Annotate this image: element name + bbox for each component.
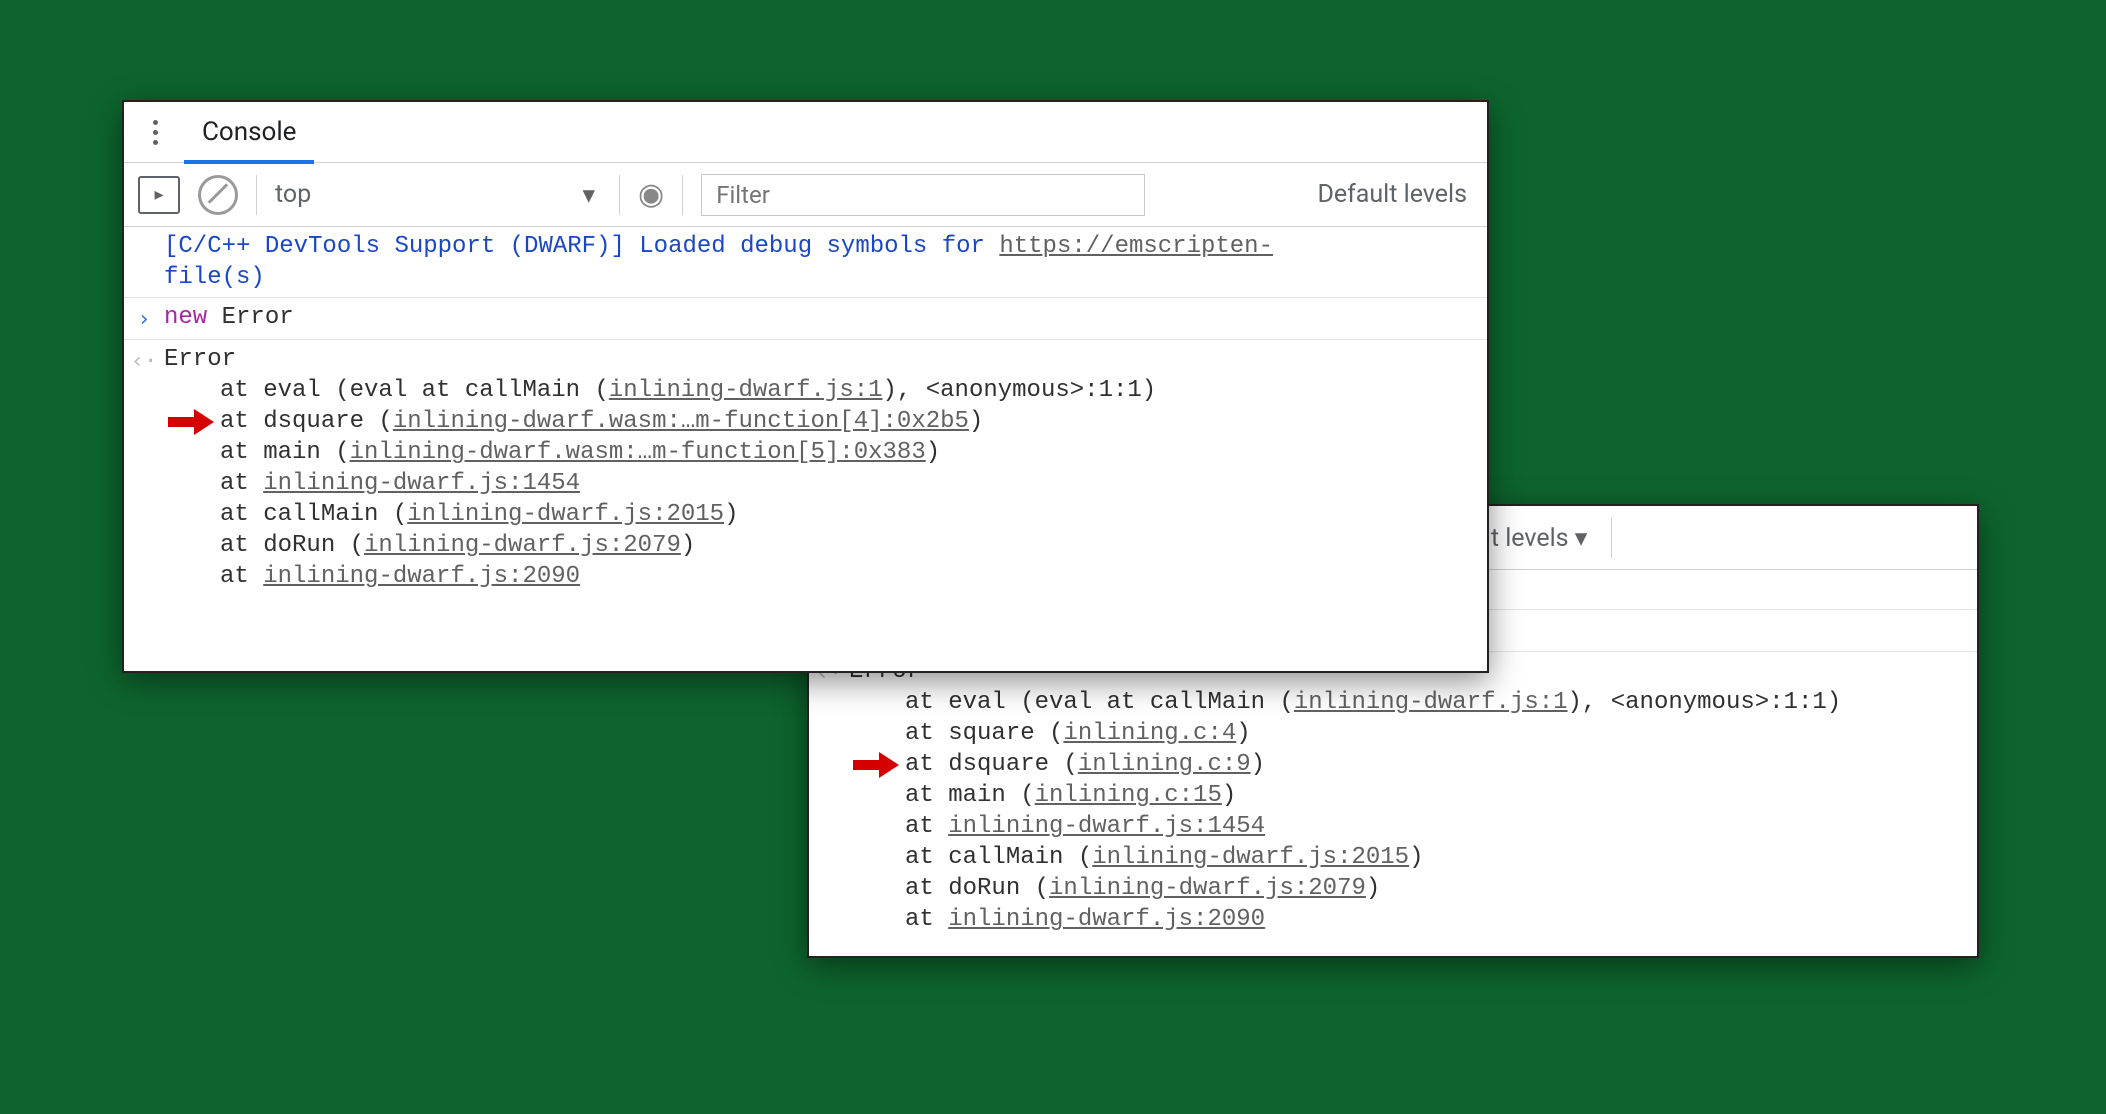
- stack-frame-prefix: at eval (eval at callMain (: [220, 377, 609, 404]
- stack-frame: at dsquare (inlining-dwarf.wasm:…m-funct…: [164, 406, 1477, 437]
- console-input-row[interactable]: › new Error: [124, 298, 1487, 340]
- stack-frame-prefix: at callMain (: [220, 501, 407, 528]
- stack-frame: at eval (eval at callMain (inlining-dwar…: [849, 687, 1967, 718]
- toggle-sidebar-icon[interactable]: ▸: [138, 176, 180, 214]
- kebab-menu-icon[interactable]: [140, 120, 170, 145]
- output-body: Error at eval (eval at callMain (inlinin…: [164, 344, 1487, 592]
- error-object-label[interactable]: Error: [164, 344, 1477, 375]
- stack-frame-link[interactable]: inlining.c:9: [1078, 751, 1251, 778]
- log-levels-dropdown[interactable]: Default levels: [1317, 180, 1473, 209]
- stack-frame-link[interactable]: inlining-dwarf.js:1: [1294, 689, 1568, 716]
- stack-frame-link[interactable]: inlining-dwarf.js:2079: [1049, 875, 1366, 902]
- stack-frame: at doRun (inlining-dwarf.js:2079): [164, 530, 1477, 561]
- stack-frame: at inlining-dwarf.js:1454: [849, 811, 1967, 842]
- stack-frame: at inlining-dwarf.js:2090: [849, 904, 1967, 935]
- stack-frame-link[interactable]: inlining-dwarf.js:1454: [263, 470, 580, 497]
- output-prompt-icon: ‹·: [124, 344, 164, 377]
- context-selector[interactable]: top ▾: [275, 180, 601, 210]
- stack-frame-prefix: at dsquare (: [220, 408, 393, 435]
- stack-frame-suffix: ), <anonymous>:1:1): [883, 377, 1157, 404]
- separator: [682, 175, 683, 215]
- stack-frame-prefix: at eval (eval at callMain (: [905, 689, 1294, 716]
- separator: [256, 175, 257, 215]
- info-suffix: file(s): [164, 264, 265, 291]
- stack-frame: at main (inlining.c:15): [849, 780, 1967, 811]
- stack-frame-suffix: ): [926, 439, 940, 466]
- stack-frame-prefix: at callMain (: [905, 844, 1092, 871]
- stack-frame-prefix: at square (: [905, 720, 1063, 747]
- stack-frame: at square (inlining.c:4): [849, 718, 1967, 749]
- stack-frame-prefix: at doRun (: [905, 875, 1049, 902]
- stack-frame-prefix: at: [905, 906, 948, 933]
- stack-frame-suffix: ): [1366, 875, 1380, 902]
- stack-frame-link[interactable]: inlining-dwarf.js:2090: [948, 906, 1265, 933]
- stack-frame-suffix: ): [681, 532, 695, 559]
- stack-frame-link[interactable]: inlining.c:4: [1063, 720, 1236, 747]
- highlight-arrow-icon: [168, 407, 216, 437]
- stack-frame-suffix: ): [1251, 751, 1265, 778]
- console-message-info: [C/C++ DevTools Support (DWARF)] Loaded …: [124, 227, 1487, 298]
- stack-frame-prefix: at dsquare (: [905, 751, 1078, 778]
- stack-frame-link[interactable]: inlining-dwarf.js:1454: [948, 813, 1265, 840]
- stack-frame: at callMain (inlining-dwarf.js:2015): [849, 842, 1967, 873]
- console-output-row: ‹· Error at eval (eval at callMain (inli…: [809, 652, 1977, 939]
- stack-frame: at callMain (inlining-dwarf.js:2015): [164, 499, 1477, 530]
- devtools-panel-before: Console ▸ top ▾ ◉ Default levels [C/C++ …: [122, 100, 1489, 673]
- filter-input[interactable]: [701, 174, 1145, 216]
- highlight-arrow-icon: [853, 750, 901, 780]
- console-output-row: ‹· Error at eval (eval at callMain (inli…: [124, 340, 1487, 596]
- stack-frame-link[interactable]: inlining-dwarf.js:2015: [1092, 844, 1409, 871]
- stack-frame-link[interactable]: inlining-dwarf.js:1: [609, 377, 883, 404]
- clear-console-icon[interactable]: [198, 175, 238, 215]
- stack-frame-prefix: at main (: [905, 782, 1035, 809]
- stack-frame: at doRun (inlining-dwarf.js:2079): [849, 873, 1967, 904]
- identifier-error: Error: [207, 304, 293, 331]
- tab-label: Console: [202, 117, 296, 147]
- stack-frame-link[interactable]: inlining-dwarf.wasm:…m-function[4]:0x2b5: [393, 408, 969, 435]
- gutter: [124, 231, 164, 233]
- keyword-new: new: [164, 304, 207, 331]
- tab-console[interactable]: Console: [184, 104, 314, 164]
- stack-frame: at inlining-dwarf.js:1454: [164, 468, 1477, 499]
- stack-frame: at inlining-dwarf.js:2090: [164, 561, 1477, 592]
- chevron-down-icon: ▾: [582, 180, 595, 210]
- stack-frame-link[interactable]: inlining-dwarf.js:2079: [364, 532, 681, 559]
- separator: [619, 175, 620, 215]
- stack-frame-prefix: at doRun (: [220, 532, 364, 559]
- devtools-tabbar: Console: [124, 102, 1487, 163]
- stack-frame-prefix: at: [220, 563, 263, 590]
- stack-frame: at dsquare (inlining.c:9): [849, 749, 1967, 780]
- stack-frame-suffix: ): [1222, 782, 1236, 809]
- stack-frame: at main (inlining-dwarf.wasm:…m-function…: [164, 437, 1477, 468]
- stack-frame-prefix: at main (: [220, 439, 350, 466]
- live-expression-icon[interactable]: ◉: [638, 177, 664, 212]
- stack-frame-link[interactable]: inlining-dwarf.wasm:…m-function[5]:0x383: [350, 439, 926, 466]
- stack-frame-link[interactable]: inlining-dwarf.js:2015: [407, 501, 724, 528]
- stack-frame-prefix: at: [905, 813, 948, 840]
- info-prefix: [C/C++ DevTools Support (DWARF)] Loaded …: [164, 233, 999, 260]
- stack-frame-link[interactable]: inlining-dwarf.js:2090: [263, 563, 580, 590]
- stack-trace: at eval (eval at callMain (inlining-dwar…: [849, 687, 1967, 935]
- stack-frame-suffix: ): [1409, 844, 1423, 871]
- separator: [1611, 518, 1612, 558]
- stack-trace: at eval (eval at callMain (inlining-dwar…: [164, 375, 1477, 592]
- stack-frame-link[interactable]: inlining.c:15: [1035, 782, 1222, 809]
- context-label: top: [275, 180, 311, 209]
- console-toolbar: ▸ top ▾ ◉ Default levels: [124, 163, 1487, 227]
- input-prompt-icon: ›: [124, 302, 164, 335]
- stack-frame-suffix: ): [969, 408, 983, 435]
- message-body: [C/C++ DevTools Support (DWARF)] Loaded …: [164, 231, 1487, 293]
- stack-frame-suffix: ): [724, 501, 738, 528]
- input-body: new Error: [164, 302, 1487, 333]
- stack-frame-prefix: at: [220, 470, 263, 497]
- stack-frame-suffix: ), <anonymous>:1:1): [1568, 689, 1842, 716]
- stack-frame: at eval (eval at callMain (inlining-dwar…: [164, 375, 1477, 406]
- stack-frame-suffix: ): [1236, 720, 1250, 747]
- info-link[interactable]: https://emscripten-: [999, 233, 1273, 260]
- output-body: Error at eval (eval at callMain (inlinin…: [849, 656, 1977, 935]
